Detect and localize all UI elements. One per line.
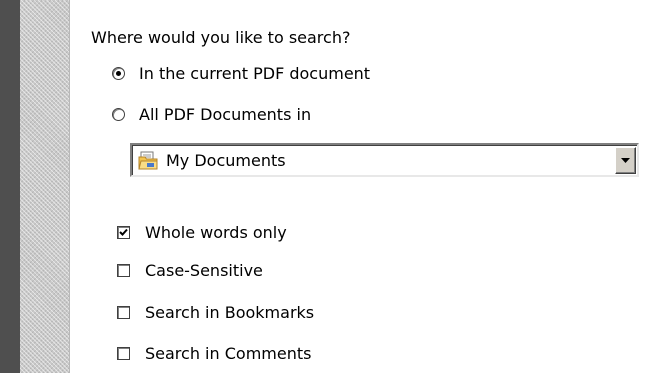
- checkbox-label: Whole words only: [145, 222, 287, 242]
- checkmark-icon: [119, 228, 128, 236]
- checkbox[interactable]: [117, 263, 130, 277]
- option-whole-words[interactable]: Whole words only: [117, 221, 287, 243]
- dropdown-value: My Documents: [166, 151, 286, 170]
- radio-button[interactable]: [112, 107, 125, 121]
- folder-icon: [138, 151, 158, 171]
- checkbox[interactable]: [117, 305, 130, 319]
- checkbox-label: Search in Bookmarks: [145, 302, 315, 322]
- radio-all-documents[interactable]: All PDF Documents in: [112, 103, 311, 125]
- radio-label: All PDF Documents in: [139, 104, 312, 124]
- option-search-comments[interactable]: Search in Comments: [117, 342, 311, 364]
- panel-splitter[interactable]: [20, 0, 70, 373]
- search-scope-question: Where would you like to search?: [91, 28, 351, 47]
- location-dropdown[interactable]: My Documents: [130, 143, 639, 177]
- checkbox[interactable]: [117, 346, 130, 360]
- radio-current-document[interactable]: In the current PDF document: [112, 62, 370, 84]
- checkbox[interactable]: [117, 225, 130, 239]
- radio-button[interactable]: [112, 66, 125, 80]
- radio-label: In the current PDF document: [139, 63, 371, 83]
- option-search-bookmarks[interactable]: Search in Bookmarks: [117, 301, 314, 323]
- checkbox-label: Case-Sensitive: [145, 260, 263, 280]
- window-edge: [0, 0, 20, 373]
- chevron-down-icon: [621, 158, 630, 163]
- option-case-sensitive[interactable]: Case-Sensitive: [117, 259, 263, 281]
- checkbox-label: Search in Comments: [145, 343, 312, 363]
- dropdown-button[interactable]: [615, 147, 636, 174]
